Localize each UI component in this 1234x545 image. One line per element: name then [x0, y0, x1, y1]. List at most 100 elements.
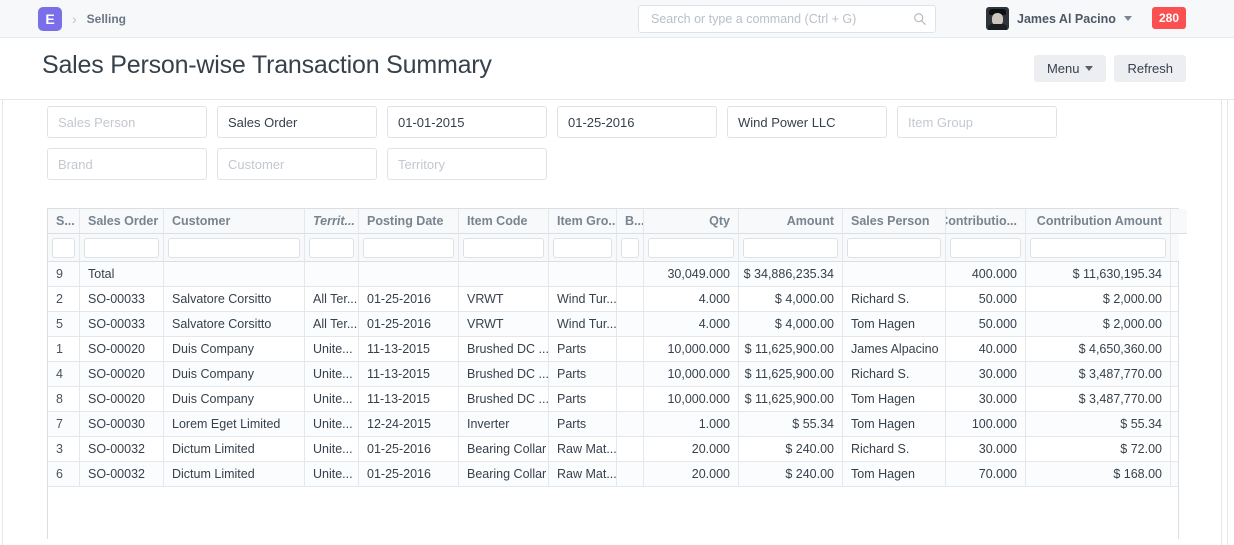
table-cell[interactable]: $ 2,000.00 — [1026, 287, 1171, 311]
table-cell[interactable]: Tom Hagen — [843, 462, 946, 486]
column-filter-input[interactable] — [950, 238, 1021, 258]
table-cell[interactable]: $ 11,625,900.00 — [739, 362, 843, 386]
table-cell[interactable]: Dictum Limited — [164, 437, 305, 461]
search-input[interactable] — [649, 11, 913, 27]
table-cell[interactable]: 11-13-2015 — [359, 362, 459, 386]
table-cell[interactable]: SO-00032 — [80, 462, 164, 486]
table-cell[interactable]: 70.000 — [946, 462, 1026, 486]
table-cell[interactable]: Bearing Collar — [459, 462, 549, 486]
table-cell[interactable]: All Ter... — [305, 287, 359, 311]
table-row[interactable]: 2SO-00033Salvatore CorsittoAll Ter...01-… — [48, 287, 1178, 312]
table-cell[interactable]: 10,000.000 — [644, 387, 739, 411]
filter-brand[interactable] — [47, 148, 207, 180]
table-cell[interactable] — [617, 262, 644, 286]
table-cell[interactable]: SO-00020 — [80, 337, 164, 361]
table-cell[interactable]: 10,000.000 — [644, 337, 739, 361]
table-cell[interactable]: Parts — [549, 412, 617, 436]
column-header[interactable]: B... — [617, 209, 644, 234]
table-cell[interactable] — [164, 262, 305, 286]
table-cell[interactable]: Wind Tur... — [549, 287, 617, 311]
table-cell[interactable]: Inverter — [459, 412, 549, 436]
breadcrumb-link-selling[interactable]: Selling — [87, 12, 126, 26]
column-header[interactable]: Territ... — [305, 209, 359, 234]
table-cell[interactable]: SO-00033 — [80, 287, 164, 311]
table-cell[interactable] — [459, 262, 549, 286]
column-header[interactable]: Contribution Amount — [1026, 209, 1171, 234]
table-cell[interactable]: 50.000 — [946, 312, 1026, 336]
table-cell[interactable]: $ 11,630,195.34 — [1026, 262, 1171, 286]
table-cell[interactable]: 4.000 — [644, 312, 739, 336]
app-logo-icon[interactable]: E — [38, 7, 62, 31]
table-cell[interactable] — [305, 262, 359, 286]
column-filter-input[interactable] — [84, 238, 159, 258]
table-cell[interactable]: Parts — [549, 337, 617, 361]
table-cell[interactable]: Parts — [549, 387, 617, 411]
column-filter-input[interactable] — [648, 238, 734, 258]
column-header[interactable]: Sales Person — [843, 209, 946, 234]
table-cell[interactable]: James Alpacino — [843, 337, 946, 361]
column-header[interactable]: Amount — [739, 209, 843, 234]
table-cell[interactable] — [359, 262, 459, 286]
table-cell[interactable]: Raw Mat... — [549, 437, 617, 461]
filter-company[interactable] — [727, 106, 887, 138]
table-cell[interactable]: $ 2,000.00 — [1026, 312, 1171, 336]
column-filter-input[interactable] — [621, 238, 639, 258]
table-cell[interactable]: Brushed DC ... — [459, 362, 549, 386]
table-cell[interactable]: SO-00030 — [80, 412, 164, 436]
filter-to-date[interactable] — [557, 106, 717, 138]
table-cell[interactable] — [617, 462, 644, 486]
table-cell[interactable]: 11-13-2015 — [359, 387, 459, 411]
column-header[interactable]: Item Code — [459, 209, 549, 234]
table-cell[interactable]: 01-25-2016 — [359, 437, 459, 461]
table-cell[interactable]: Bearing Collar — [459, 437, 549, 461]
table-row[interactable]: 6SO-00032Dictum LimitedUnite...01-25-201… — [48, 462, 1178, 487]
table-cell[interactable]: VRWT — [459, 312, 549, 336]
table-cell[interactable]: SO-00020 — [80, 387, 164, 411]
table-cell[interactable]: 400.000 — [946, 262, 1026, 286]
column-header[interactable]: Contributio... — [946, 209, 1026, 234]
table-cell[interactable]: 4.000 — [644, 287, 739, 311]
column-filter-input[interactable] — [168, 238, 300, 258]
column-header[interactable]: Customer — [164, 209, 305, 234]
table-cell[interactable]: 11-13-2015 — [359, 337, 459, 361]
table-cell[interactable]: Unite... — [305, 337, 359, 361]
table-cell[interactable]: 12-24-2015 — [359, 412, 459, 436]
table-cell[interactable]: $ 34,886,235.34 — [739, 262, 843, 286]
table-cell[interactable]: $ 55.34 — [739, 412, 843, 436]
table-cell[interactable]: SO-00020 — [80, 362, 164, 386]
table-cell[interactable]: Tom Hagen — [843, 312, 946, 336]
table-cell[interactable]: 1.000 — [644, 412, 739, 436]
table-cell[interactable]: Tom Hagen — [843, 387, 946, 411]
table-row[interactable]: 4SO-00020Duis CompanyUnite...11-13-2015B… — [48, 362, 1178, 387]
table-cell[interactable]: Parts — [549, 362, 617, 386]
table-cell[interactable]: Unite... — [305, 437, 359, 461]
table-cell[interactable]: $ 11,625,900.00 — [739, 337, 843, 361]
table-cell[interactable]: Dictum Limited — [164, 462, 305, 486]
column-header[interactable]: Item Gro... — [549, 209, 617, 234]
chevron-down-icon[interactable] — [1124, 16, 1132, 21]
table-cell[interactable]: Salvatore Corsitto — [164, 287, 305, 311]
table-cell[interactable]: $ 11,625,900.00 — [739, 387, 843, 411]
global-search[interactable] — [638, 5, 936, 33]
row-index-cell[interactable]: 7 — [48, 412, 80, 436]
filter-item-group[interactable] — [897, 106, 1057, 138]
row-index-cell[interactable]: 6 — [48, 462, 80, 486]
menu-button[interactable]: Menu — [1034, 55, 1107, 82]
table-cell[interactable]: 10,000.000 — [644, 362, 739, 386]
table-cell[interactable]: 30.000 — [946, 437, 1026, 461]
table-cell[interactable]: Salvatore Corsitto — [164, 312, 305, 336]
table-cell[interactable]: $ 240.00 — [739, 462, 843, 486]
column-filter-input[interactable] — [553, 238, 612, 258]
table-cell[interactable]: 30.000 — [946, 362, 1026, 386]
table-cell[interactable] — [549, 262, 617, 286]
table-cell[interactable]: SO-00033 — [80, 312, 164, 336]
column-filter-input[interactable] — [743, 238, 838, 258]
table-cell[interactable] — [617, 387, 644, 411]
column-filter-input[interactable] — [847, 238, 941, 258]
row-index-cell[interactable]: 8 — [48, 387, 80, 411]
table-cell[interactable]: Raw Mat... — [549, 462, 617, 486]
table-cell[interactable]: $ 240.00 — [739, 437, 843, 461]
column-filter-input[interactable] — [1030, 238, 1166, 258]
table-cell[interactable]: 30,049.000 — [644, 262, 739, 286]
table-cell[interactable]: Unite... — [305, 387, 359, 411]
